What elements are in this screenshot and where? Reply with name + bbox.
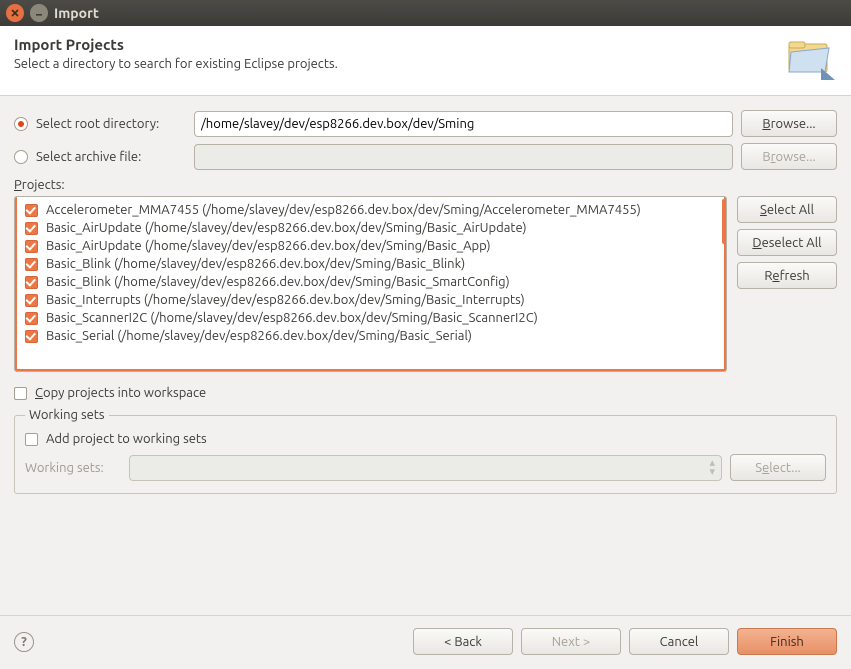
next-button: Next > [521, 628, 621, 655]
working-sets-row-label: Working sets: [25, 461, 121, 475]
root-directory-radio[interactable] [14, 117, 28, 131]
project-checkbox[interactable] [25, 330, 38, 343]
projects-list[interactable]: Accelerometer_MMA7455 (/home/slavey/dev/… [14, 196, 727, 372]
project-checkbox[interactable] [25, 294, 38, 307]
root-directory-input[interactable] [194, 111, 733, 137]
list-item[interactable]: Basic_AirUpdate (/home/slavey/dev/esp826… [15, 219, 723, 237]
import-folder-icon [785, 36, 837, 85]
list-item[interactable]: Basic_Blink (/home/slavey/dev/esp8266.de… [15, 255, 723, 273]
project-label: Basic_ScannerI2C (/home/slavey/dev/esp82… [46, 311, 538, 325]
help-icon[interactable]: ? [14, 632, 34, 652]
project-checkbox[interactable] [25, 312, 38, 325]
dialog-header: Import Projects Select a directory to se… [0, 26, 851, 96]
cancel-button[interactable]: Cancel [629, 628, 729, 655]
project-checkbox[interactable] [25, 222, 38, 235]
page-title: Import Projects [14, 36, 338, 53]
project-label: Basic_AirUpdate (/home/slavey/dev/esp826… [46, 221, 527, 235]
archive-file-label: Select archive file: [36, 150, 186, 164]
list-item[interactable]: Basic_AirUpdate (/home/slavey/dev/esp826… [15, 237, 723, 255]
project-label: Accelerometer_MMA7455 (/home/slavey/dev/… [46, 203, 641, 217]
list-item[interactable]: Accelerometer_MMA7455 (/home/slavey/dev/… [15, 201, 723, 219]
project-checkbox[interactable] [25, 204, 38, 217]
root-directory-label: Select root directory: [36, 117, 186, 131]
project-checkbox[interactable] [25, 276, 38, 289]
finish-button[interactable]: Finish [737, 628, 837, 655]
refresh-button[interactable]: RefreshRefresh [737, 262, 837, 289]
add-to-working-sets-checkbox[interactable] [25, 433, 38, 446]
list-item[interactable]: Basic_ScannerI2C (/home/slavey/dev/esp82… [15, 309, 723, 327]
project-label: Basic_Blink (/home/slavey/dev/esp8266.de… [46, 275, 510, 289]
browse-root-button[interactable]: BBrowse...rowse... [741, 110, 837, 137]
project-checkbox[interactable] [25, 240, 38, 253]
scrollbar-thumb[interactable] [722, 199, 726, 244]
working-sets-group: Working sets Add project to working sets… [14, 408, 837, 494]
working-sets-combo: ▴▾ [129, 455, 722, 481]
project-checkbox[interactable] [25, 258, 38, 271]
back-button[interactable]: < Back [413, 628, 513, 655]
select-all-button[interactable]: Select AllSelect All [737, 196, 837, 223]
project-label: Basic_Serial (/home/slavey/dev/esp8266.d… [46, 329, 472, 343]
project-label: Basic_AirUpdate (/home/slavey/dev/esp826… [46, 239, 491, 253]
titlebar: Import [0, 0, 851, 26]
project-label: Basic_Blink (/home/slavey/dev/esp8266.de… [46, 257, 465, 271]
copy-into-workspace-label: Copy projects into workspaceCopy project… [35, 386, 206, 400]
add-to-working-sets-label: Add project to working sets [46, 432, 207, 446]
deselect-all-button[interactable]: Deselect AllDeselect All [737, 229, 837, 256]
project-label: Basic_Interrupts (/home/slavey/dev/esp82… [46, 293, 525, 307]
working-sets-legend: Working sets [25, 408, 109, 422]
working-sets-select-button: Select...Select... [730, 454, 826, 481]
list-item[interactable]: Basic_Blink (/home/slavey/dev/esp8266.de… [15, 273, 723, 291]
window-close-button[interactable] [6, 4, 24, 22]
copy-into-workspace-checkbox[interactable] [14, 387, 27, 400]
list-item[interactable]: Basic_Serial (/home/slavey/dev/esp8266.d… [15, 327, 723, 345]
window-title: Import [54, 5, 99, 21]
archive-file-radio[interactable] [14, 150, 28, 164]
page-subtitle: Select a directory to search for existin… [14, 57, 338, 71]
window-minimize-button[interactable] [30, 4, 48, 22]
list-item[interactable]: Basic_Interrupts (/home/slavey/dev/esp82… [15, 291, 723, 309]
browse-archive-button: Browse... [741, 143, 837, 170]
archive-file-input [194, 144, 733, 170]
